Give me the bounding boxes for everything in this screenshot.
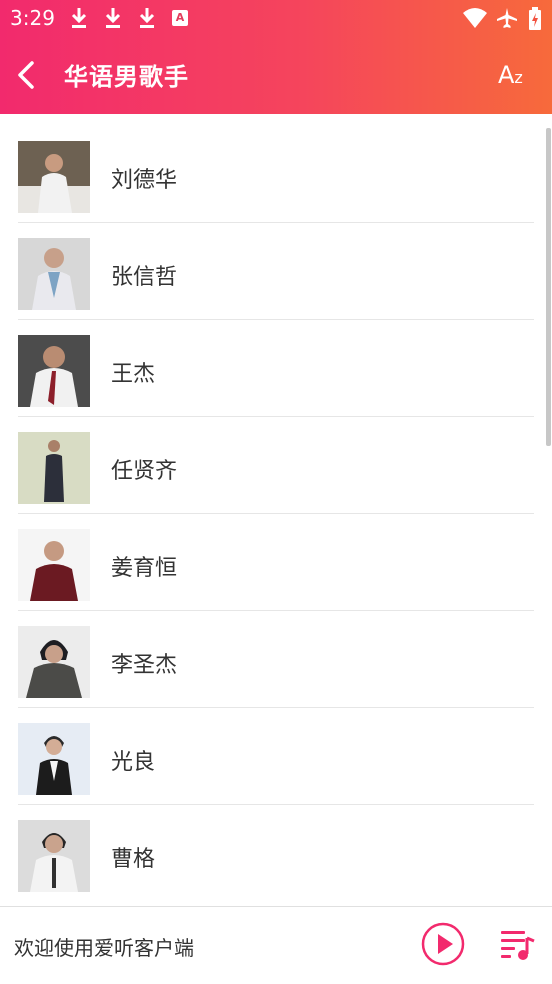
- singer-list[interactable]: 刘德华 张信哲 王杰 任贤齐 姜育恒 李圣杰 光良 曹格: [0, 126, 552, 906]
- sort-az-label-big: A: [498, 61, 515, 89]
- top-bar: 3:29 A 华语男歌手 Az: [0, 0, 552, 114]
- singer-avatar: [18, 529, 90, 601]
- download-icon: [71, 8, 87, 28]
- scrollbar[interactable]: [546, 128, 551, 446]
- status-time: 3:29: [10, 6, 55, 30]
- player-status-text: 欢迎使用爱听客户端: [14, 936, 194, 960]
- a-icon: A: [172, 10, 188, 26]
- playlist-icon[interactable]: [499, 926, 537, 964]
- singer-name: 曹格: [111, 847, 156, 872]
- singer-avatar: [18, 238, 90, 310]
- singer-avatar: [18, 626, 90, 698]
- singer-avatar: [18, 723, 90, 795]
- singer-name: 任贤齐: [111, 459, 178, 484]
- singer-name: 光良: [111, 750, 156, 775]
- singer-name: 刘德华: [111, 168, 178, 193]
- singer-avatar: [18, 335, 90, 407]
- list-item[interactable]: 李圣杰: [0, 611, 552, 708]
- singer-avatar: [18, 432, 90, 504]
- back-arrow-icon[interactable]: [10, 55, 50, 95]
- singer-avatar: [18, 820, 90, 892]
- download-icon: [139, 8, 155, 28]
- singer-avatar: [18, 141, 90, 213]
- list-item[interactable]: 张信哲: [0, 223, 552, 320]
- download-icon: [105, 8, 121, 28]
- list-item[interactable]: 姜育恒: [0, 514, 552, 611]
- singer-name: 李圣杰: [111, 653, 178, 678]
- status-bar: 3:29 A: [0, 0, 552, 37]
- singer-name: 姜育恒: [111, 556, 178, 581]
- singer-name: 王杰: [111, 362, 156, 387]
- play-button[interactable]: [421, 922, 465, 966]
- airplane-icon: [497, 8, 517, 28]
- app-bar: 华语男歌手 Az: [0, 37, 552, 114]
- mini-player[interactable]: 欢迎使用爱听客户端: [0, 906, 552, 984]
- wifi-icon: [463, 8, 487, 28]
- sort-az-label-small: z: [514, 68, 523, 87]
- list-item[interactable]: 刘德华: [0, 126, 552, 223]
- list-item[interactable]: 任贤齐: [0, 417, 552, 514]
- singer-name: 张信哲: [111, 265, 178, 290]
- list-item[interactable]: 光良: [0, 708, 552, 805]
- list-item[interactable]: 王杰: [0, 320, 552, 417]
- battery-charging-icon: [529, 7, 541, 30]
- page-title: 华语男歌手: [64, 63, 189, 91]
- list-item[interactable]: 曹格: [0, 805, 552, 902]
- sort-az-button[interactable]: Az: [498, 61, 523, 89]
